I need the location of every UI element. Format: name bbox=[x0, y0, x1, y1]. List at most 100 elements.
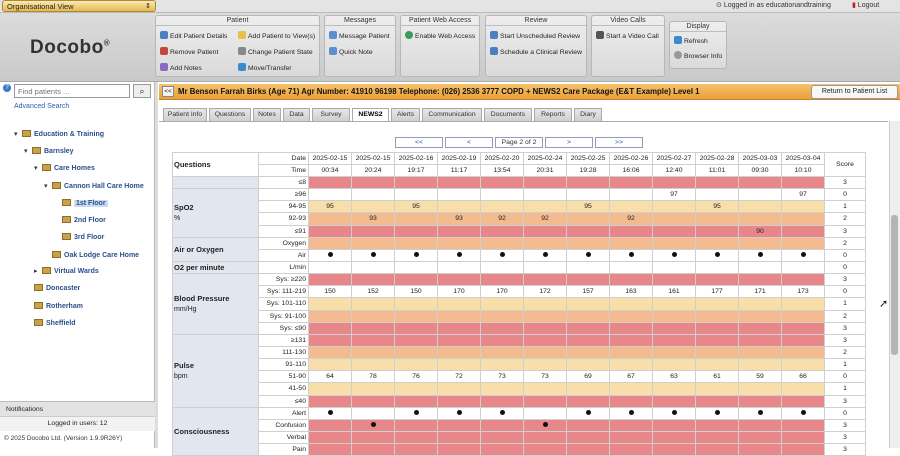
tab-data[interactable]: Data bbox=[283, 108, 310, 121]
schedule-review-button[interactable]: Schedule a Clinical Review bbox=[490, 47, 582, 56]
quick-note-button[interactable]: Quick Note bbox=[329, 47, 373, 56]
tab-communication[interactable]: Communication bbox=[422, 108, 482, 121]
tab-documents[interactable]: Documents bbox=[484, 108, 532, 121]
tab-alerts[interactable]: Alerts bbox=[391, 108, 420, 121]
table-row: ≤40 3 bbox=[173, 394, 866, 408]
value-cell bbox=[652, 212, 696, 226]
row-label: ≥96 bbox=[258, 188, 309, 202]
tree-item-care-homes[interactable]: ▾ Care Homes bbox=[34, 164, 95, 172]
dot-icon bbox=[800, 409, 806, 415]
tree-item-doncaster[interactable]: Doncaster bbox=[34, 284, 80, 292]
prev-page-button[interactable]: < bbox=[445, 137, 493, 148]
person-remove-icon bbox=[160, 47, 168, 55]
tree-item-oak-lodge[interactable]: Oak Lodge Care Home bbox=[52, 251, 139, 259]
value-cell bbox=[609, 443, 653, 456]
view-select[interactable]: Organisational View ⇕ bbox=[2, 0, 156, 12]
refresh-button[interactable]: Refresh bbox=[674, 36, 708, 45]
last-page-button[interactable]: >> bbox=[595, 137, 643, 148]
header-row-date: Questions Date 2025-02-15 2025-02-15 2025-02… bbox=[172, 152, 866, 177]
score-cell: 3 bbox=[824, 333, 866, 347]
value-cell bbox=[566, 430, 610, 445]
browser-info-button[interactable]: Browser Info bbox=[674, 51, 722, 60]
row-label: L/min bbox=[258, 260, 309, 275]
value-cell bbox=[308, 188, 352, 202]
value-cell: 67 bbox=[609, 370, 653, 384]
tab-news2[interactable]: NEWS2 bbox=[352, 108, 389, 121]
value-cell bbox=[394, 260, 438, 275]
panel-splitter[interactable] bbox=[155, 82, 158, 448]
value-cell bbox=[566, 175, 610, 190]
header-row-time: Time 00:34 20:24 19:17 11:17 13:54 20:31 19:28 1… bbox=[173, 164, 866, 177]
value-cell: 95 bbox=[566, 200, 610, 214]
tree-item-3rd-floor[interactable]: 3rd Floor bbox=[62, 233, 104, 241]
tree-item-barnsley[interactable]: ▾ Barnsley bbox=[24, 147, 74, 155]
logout-link[interactable]: ▮ Logout bbox=[852, 1, 879, 9]
enable-web-access-button[interactable]: Enable Web Access bbox=[405, 31, 475, 40]
value-cell bbox=[738, 175, 782, 190]
next-page-button[interactable]: > bbox=[545, 137, 593, 148]
add-notes-button[interactable]: Add Notes bbox=[160, 63, 202, 72]
row-label: ≥131 bbox=[258, 333, 309, 347]
value-cell bbox=[523, 358, 567, 372]
message-patient-button[interactable]: Message Patient bbox=[329, 31, 390, 40]
patient-group: Patient Edit Patient Details Add Patient… bbox=[155, 15, 320, 77]
return-to-list-button[interactable]: Return to Patient List bbox=[811, 85, 898, 99]
value-cell: 170 bbox=[437, 285, 481, 299]
folder-icon bbox=[62, 199, 71, 206]
scrollbar-thumb[interactable] bbox=[891, 215, 898, 355]
value-cell bbox=[609, 418, 653, 432]
value-cell bbox=[351, 382, 395, 396]
value-cell bbox=[609, 358, 653, 372]
question-label: O2 per minute bbox=[174, 263, 225, 273]
tree-item-1st-floor[interactable]: 1st Floor bbox=[62, 199, 108, 207]
table-row: Blood Pressure mm/Hg Sys: ≥220 3 bbox=[172, 273, 866, 335]
add-to-view-button[interactable]: Add Patient to View(s) bbox=[238, 31, 315, 40]
edit-patient-button[interactable]: Edit Patient Details bbox=[160, 31, 227, 40]
tree-item-2nd-floor[interactable]: 2nd Floor bbox=[62, 216, 106, 224]
value-cell bbox=[523, 406, 567, 420]
value-cell bbox=[652, 236, 696, 250]
table-row: Consciousness Alert 0 bbox=[172, 406, 866, 456]
tree-item-sheffield[interactable]: Sheffield bbox=[34, 319, 76, 327]
tree-item-cannon-hall[interactable]: ▾ Cannon Hall Care Home bbox=[44, 182, 144, 190]
value-cell bbox=[781, 248, 825, 262]
search-button[interactable]: ⌕ bbox=[133, 84, 151, 98]
tab-notes[interactable]: Notes bbox=[253, 108, 281, 121]
first-page-button[interactable]: << bbox=[395, 137, 443, 148]
help-icon[interactable]: ? bbox=[3, 84, 11, 92]
tab-reports[interactable]: Reports bbox=[534, 108, 572, 121]
question-label: Blood Pressure bbox=[174, 293, 230, 303]
change-state-button[interactable]: Change Patient State bbox=[238, 47, 313, 56]
value-cell bbox=[738, 406, 782, 420]
tree-item-virtual-wards[interactable]: ▸ Virtual Wards bbox=[34, 267, 99, 275]
tab-survey[interactable]: Survey bbox=[312, 108, 350, 121]
value-cell bbox=[695, 188, 739, 202]
remove-patient-button[interactable]: Remove Patient bbox=[160, 47, 218, 56]
tree-item-rotherham[interactable]: Rotherham bbox=[34, 302, 83, 310]
question-cell: Pulse bpm bbox=[172, 333, 259, 408]
score-cell: 3 bbox=[824, 430, 866, 445]
start-review-button[interactable]: Start Unscheduled Review bbox=[490, 31, 580, 40]
value-cell bbox=[394, 406, 438, 420]
value-cell bbox=[652, 273, 696, 287]
move-transfer-button[interactable]: Move/Transfer bbox=[238, 63, 292, 72]
search-input[interactable] bbox=[14, 84, 130, 98]
value-cell bbox=[394, 273, 438, 287]
question-cell: Consciousness bbox=[172, 406, 259, 456]
tab-diary[interactable]: Diary bbox=[574, 108, 602, 121]
value-cell bbox=[394, 188, 438, 202]
advanced-search-link[interactable]: Advanced Search bbox=[14, 103, 69, 110]
table-row: Confusion 3 bbox=[173, 418, 866, 432]
value-cell bbox=[652, 418, 696, 432]
notifications-header[interactable]: Notifications bbox=[0, 401, 155, 416]
value-cell bbox=[781, 333, 825, 347]
tree-item-education[interactable]: ▾ Education & Training bbox=[14, 130, 104, 138]
table-row: 91-110 1 bbox=[173, 358, 866, 372]
video-call-button[interactable]: Start a Video Call bbox=[596, 31, 659, 40]
time-cell: 11:01 bbox=[695, 164, 739, 177]
tab-questions[interactable]: Questions bbox=[209, 108, 251, 121]
value-cell bbox=[652, 358, 696, 372]
collapse-button[interactable]: << bbox=[162, 86, 174, 97]
value-cell: 172 bbox=[523, 285, 567, 299]
tab-patient-info[interactable]: Patient Info bbox=[163, 108, 207, 121]
